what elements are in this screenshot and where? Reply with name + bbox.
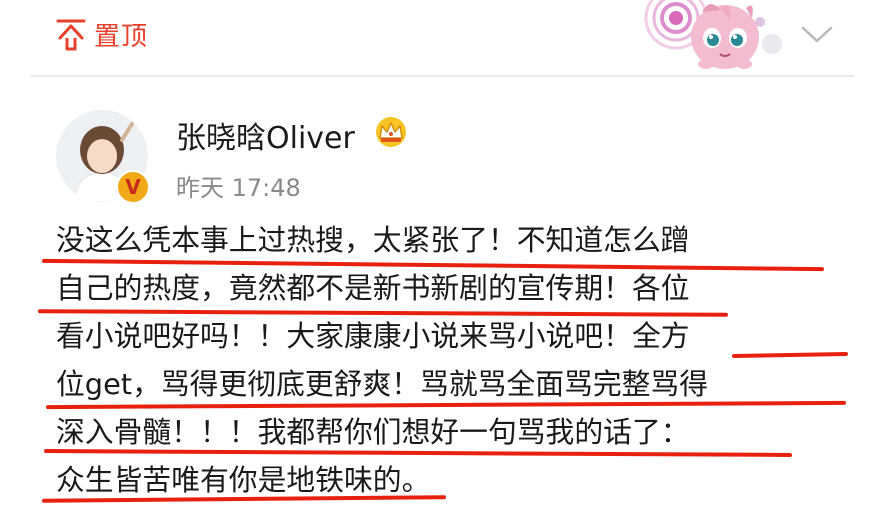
post-time: 昨天 17:48 [176, 174, 301, 202]
author-name[interactable]: 张晓晗Oliver [176, 113, 355, 157]
post-line: 众生皆苦唯有你是地铁味的。 [56, 463, 431, 497]
pin-top-label: 置顶 [94, 22, 149, 52]
post-line: 自己的热度，竟然都不是新书新剧的宣传期！各位 [56, 271, 690, 305]
top-bar: 置顶 [0, 0, 884, 76]
post-line: 深入骨髓！！！我都帮你们想好一句骂我的话了： [56, 415, 690, 449]
chevron-down-icon[interactable] [800, 20, 834, 48]
pin-top-button[interactable]: 置顶 [56, 16, 148, 53]
highlight-underline [731, 351, 849, 359]
post-line: 位get，骂得更彻底更舒爽！骂就骂全面骂完整骂得 [56, 367, 709, 401]
crown-icon[interactable] [373, 116, 409, 148]
divider [30, 75, 854, 77]
pin-top-icon [56, 19, 86, 50]
post-line: 看小说吧好吗！！大家康康小说来骂小说吧！全方 [56, 319, 690, 353]
post-line: 没这么凭本事上过热搜，太紧张了！不知道怎么蹭 [56, 223, 690, 257]
verified-badge: V [116, 170, 150, 204]
